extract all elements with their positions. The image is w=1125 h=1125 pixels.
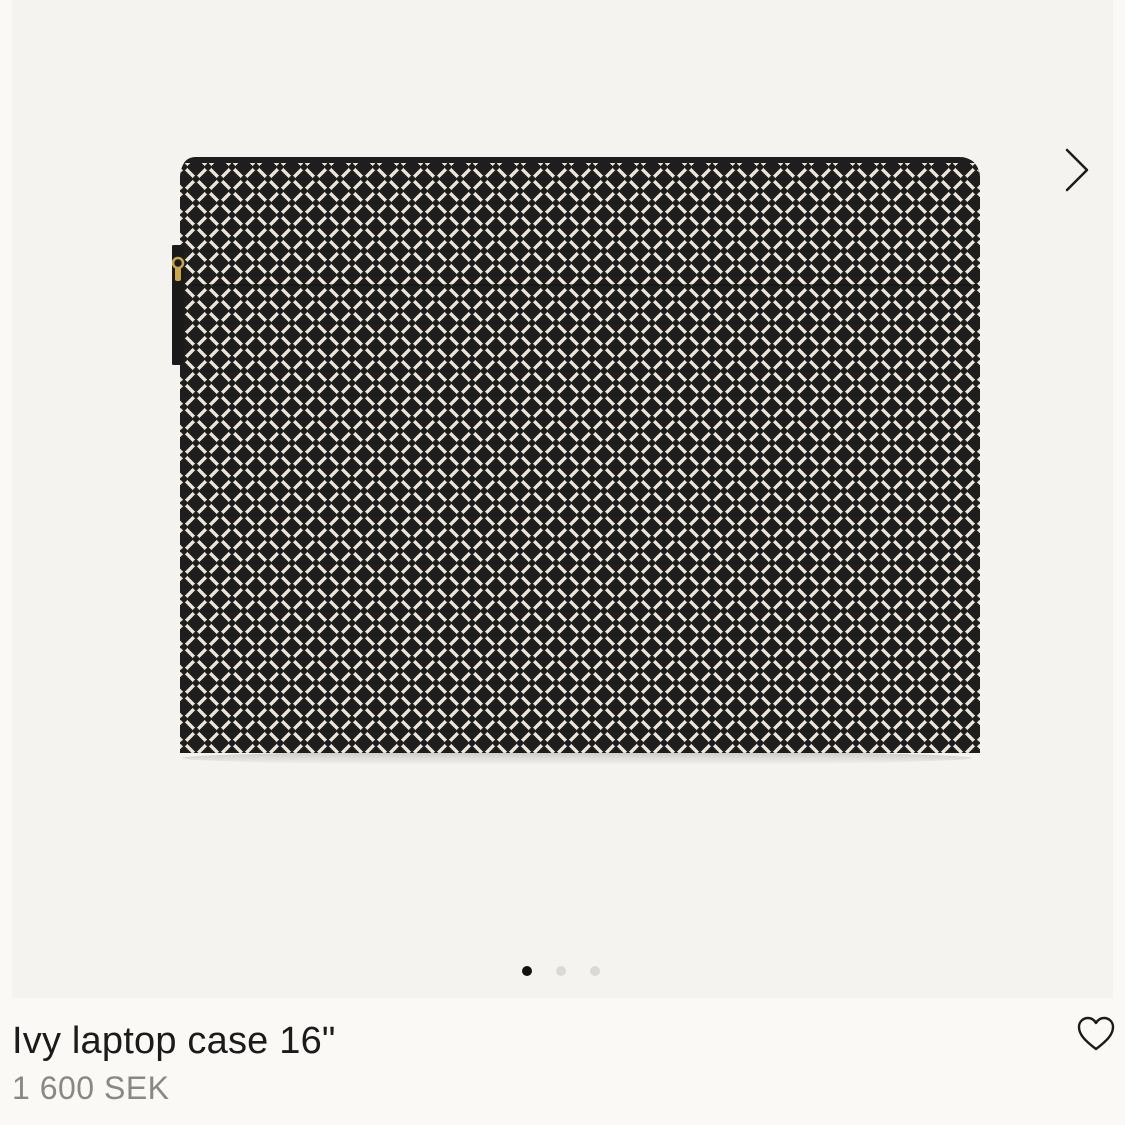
- product-page: Ivy laptop case 16" 1 600 SEK: [0, 0, 1125, 1125]
- gallery-dot-active[interactable]: [522, 966, 532, 976]
- heart-outline-icon[interactable]: [1074, 1012, 1118, 1056]
- product-title: Ivy laptop case 16": [12, 1020, 336, 1062]
- product-image: [172, 157, 980, 765]
- gallery-pagination-dots: [522, 962, 600, 980]
- gallery-dot[interactable]: [590, 966, 600, 976]
- product-price: 1 600 SEK: [12, 1070, 170, 1106]
- gallery-dot[interactable]: [556, 966, 566, 976]
- product-image-gallery[interactable]: [12, 0, 1113, 998]
- chevron-right-icon[interactable]: [1049, 140, 1093, 200]
- product-info: Ivy laptop case 16" 1 600 SEK: [0, 998, 1125, 1125]
